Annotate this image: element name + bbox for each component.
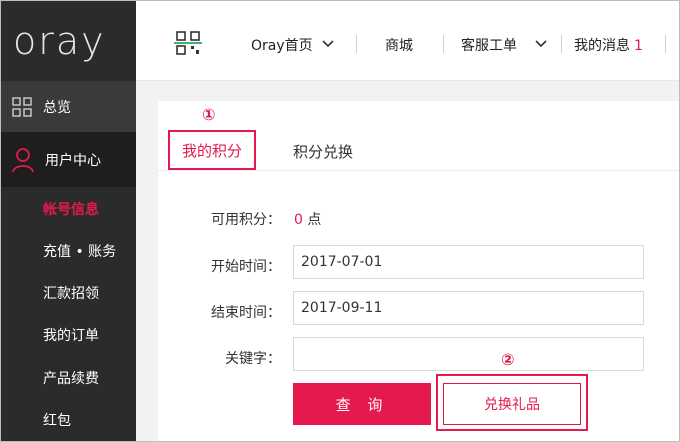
start-time-input[interactable]: 2017-07-01 [293, 245, 644, 279]
annotation-marker-1: ① [202, 105, 216, 124]
keyword-label: 关键字： [225, 351, 281, 367]
exchange-gift-button-label: 兑换礼品 [484, 397, 540, 413]
sidebar-item-overview[interactable]: 总览 [1, 81, 136, 132]
nav-my-messages[interactable]: 我的消息 1 [574, 35, 643, 55]
user-icon [12, 147, 34, 172]
grid-icon [12, 96, 32, 117]
nav-service-ticket[interactable]: 客服工单 [461, 35, 517, 55]
sidebar-subitem-recharge-billing[interactable]: 充值 • 账务 [43, 241, 116, 261]
points-number: 0 [294, 212, 303, 228]
app-window: oray 总览 用户中心 帐号信息 充值 • 账务 汇款招领 我的订单 产品续费… [0, 0, 680, 442]
chevron-down-icon[interactable] [535, 40, 547, 48]
sidebar-item-overview-label: 总览 [43, 99, 71, 116]
nav-oray-home-label: Oray首页 [251, 38, 313, 54]
annotation-marker-2: ② [501, 350, 515, 369]
header-divider [561, 35, 562, 53]
header-divider [665, 35, 666, 53]
start-time-label: 开始时间： [211, 259, 281, 275]
logo-text: oray [13, 19, 106, 63]
tab-divider [158, 170, 679, 171]
sidebar-subitem-remittance[interactable]: 汇款招领 [43, 283, 99, 303]
keyword-input[interactable] [293, 337, 644, 371]
oray-logo[interactable]: oray [1, 1, 136, 81]
points-value: 0 点 [294, 209, 321, 229]
messages-count-badge: 1 [634, 38, 643, 54]
sidebar-subitem-my-orders[interactable]: 我的订单 [43, 325, 99, 345]
tab-points-exchange[interactable]: 积分兑换 [293, 141, 353, 162]
nav-shop[interactable]: 商城 [385, 35, 413, 55]
exchange-gift-button[interactable]: 兑换礼品 [443, 383, 581, 425]
end-time-value: 2017-09-11 [301, 300, 383, 316]
header-divider [356, 35, 357, 53]
end-time-input[interactable]: 2017-09-11 [293, 291, 644, 325]
sidebar-item-user-center-label: 用户中心 [45, 152, 101, 169]
qr-scan-icon[interactable] [174, 29, 202, 57]
sidebar-subitem-account-info[interactable]: 帐号信息 [43, 199, 99, 219]
sidebar: oray 总览 用户中心 帐号信息 充值 • 账务 汇款招领 我的订单 产品续费… [1, 1, 136, 441]
points-unit: 点 [307, 212, 322, 228]
sidebar-subitem-red-packet[interactable]: 红包 [43, 410, 71, 430]
tab-my-points-label: 我的积分 [181, 141, 242, 160]
end-time-label: 结束时间： [211, 305, 281, 321]
query-button[interactable]: 查 询 [293, 383, 431, 425]
chevron-down-icon[interactable] [322, 40, 334, 48]
top-header: Oray首页 商城 客服工单 我的消息 1 [136, 1, 679, 81]
tab-my-points[interactable]: 我的积分 [168, 130, 256, 170]
sidebar-subitem-product-renewal[interactable]: 产品续费 [43, 368, 99, 388]
sidebar-item-user-center[interactable]: 用户中心 [1, 132, 136, 187]
header-divider [443, 35, 444, 53]
query-button-label: 查 询 [335, 395, 389, 414]
start-time-value: 2017-07-01 [301, 254, 383, 270]
points-label: 可用积分： [211, 212, 281, 228]
nav-my-messages-label: 我的消息 [574, 38, 630, 54]
nav-oray-home[interactable]: Oray首页 [251, 35, 313, 55]
